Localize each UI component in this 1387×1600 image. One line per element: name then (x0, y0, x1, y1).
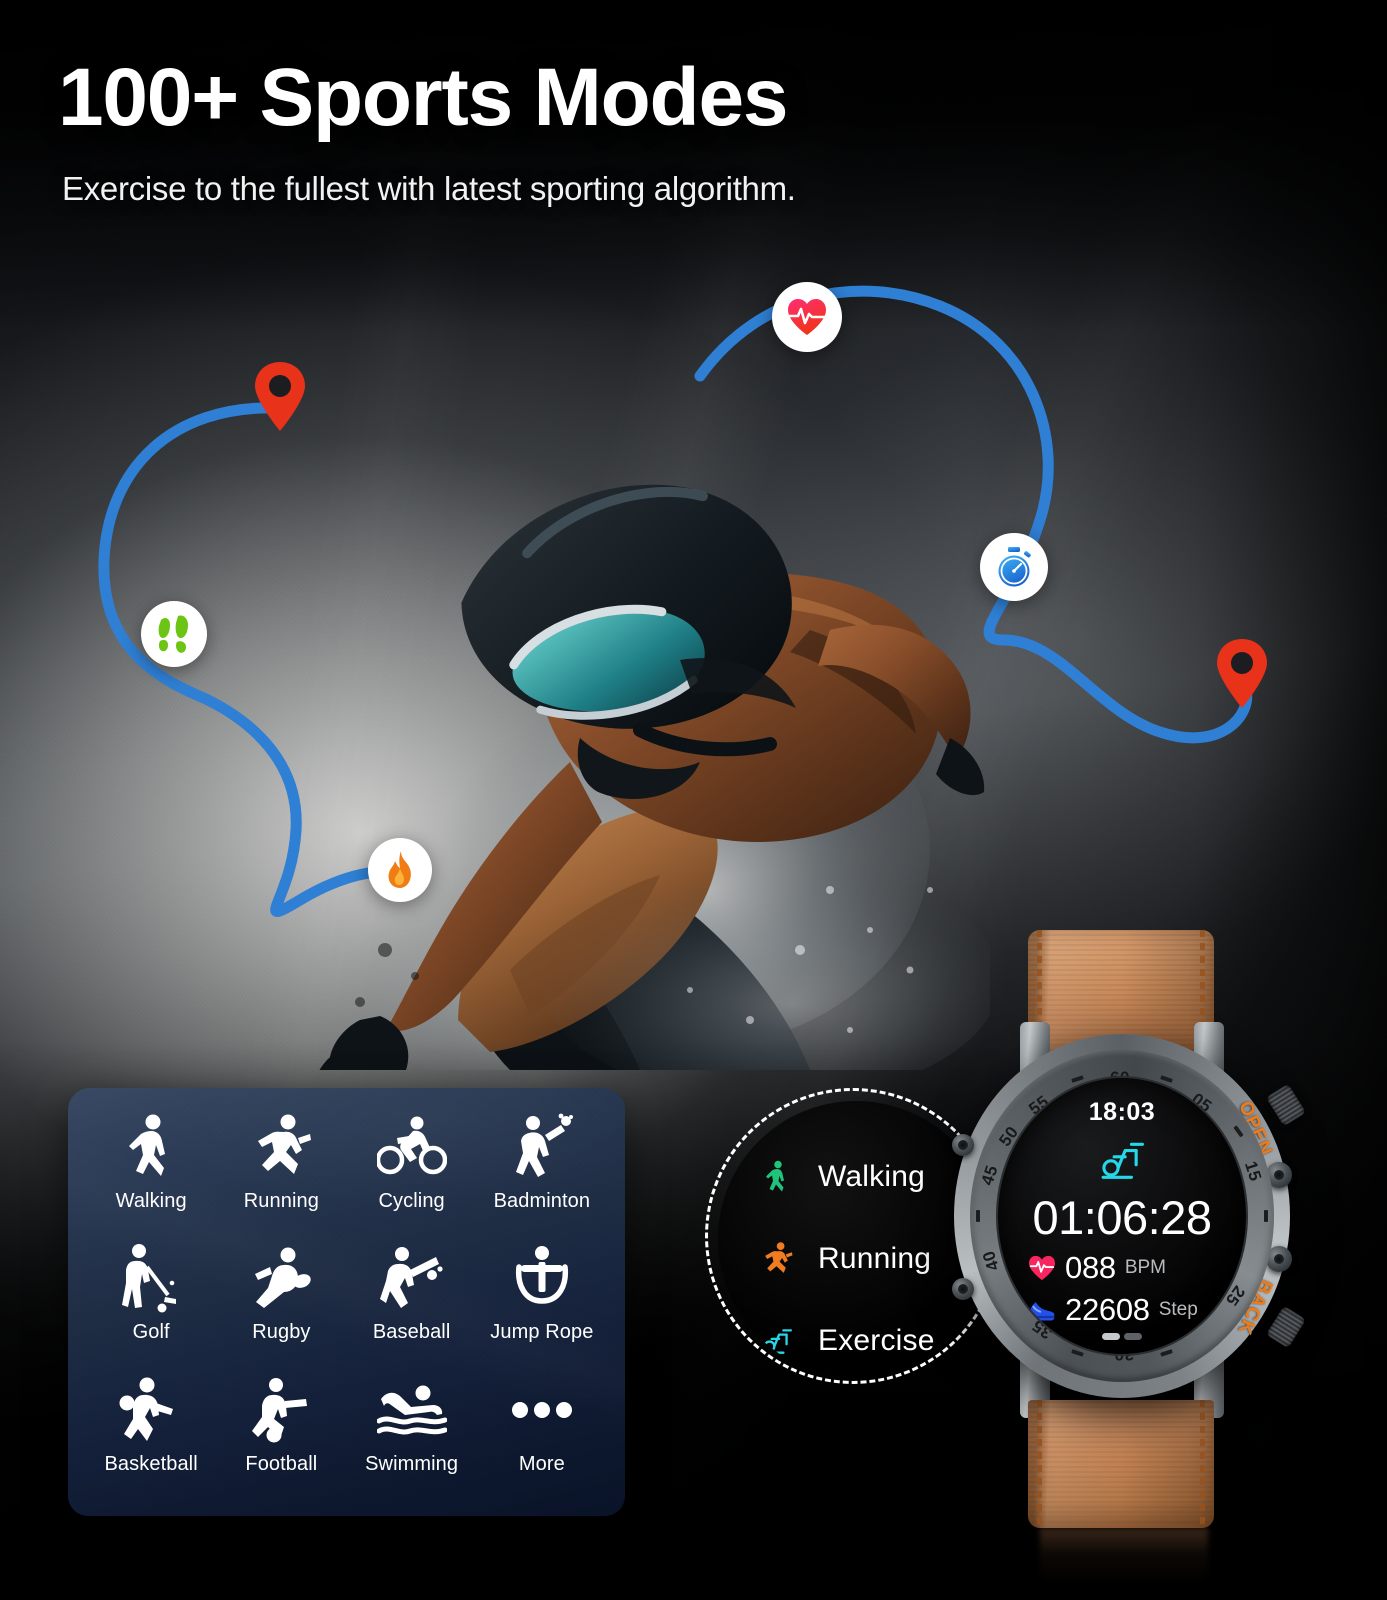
sport-mode-jump-rope[interactable]: Jump Rope (477, 1239, 607, 1370)
sport-mode-golf[interactable]: Golf (86, 1239, 216, 1370)
sport-mode-label: Basketball (104, 1452, 198, 1475)
sport-mode-football[interactable]: Football (216, 1371, 346, 1502)
menu-item-label: Walking (818, 1160, 925, 1193)
baseball-icon (379, 1239, 444, 1317)
map-pin-icon (1215, 638, 1269, 713)
watch-case: OPEN BACK 60 05 15 25 30 35 40 45 50 55 (952, 1034, 1307, 1398)
sport-mode-cycling[interactable]: Cycling (347, 1108, 477, 1239)
map-pin-icon (253, 361, 307, 436)
sport-mode-label: Jump Rope (490, 1321, 594, 1344)
cycling-icon (376, 1108, 447, 1186)
watch-steps-stat: 22608 Step (1028, 1292, 1198, 1328)
jump-rope-icon (513, 1239, 571, 1317)
sport-mode-more[interactable]: More (477, 1371, 607, 1502)
exercise-bike-icon (760, 1321, 794, 1361)
menu-item-exercise[interactable]: Exercise (760, 1321, 935, 1361)
heart-rate-unit: BPM (1124, 1257, 1167, 1278)
sport-mode-label: Golf (132, 1321, 170, 1344)
more-ellipsis-icon (511, 1371, 573, 1449)
sport-mode-walking[interactable]: Walking (86, 1108, 216, 1239)
sport-mode-badminton[interactable]: Badminton (477, 1108, 607, 1239)
sport-mode-baseball[interactable]: Baseball (347, 1239, 477, 1370)
menu-item-walking[interactable]: Walking (760, 1157, 935, 1197)
sport-mode-label: Walking (115, 1190, 187, 1212)
sport-mode-label: Badminton (493, 1190, 591, 1212)
snowboarder-photo (210, 330, 990, 1070)
sport-mode-label: Cycling (378, 1190, 445, 1212)
sport-mode-label: Running (243, 1190, 319, 1212)
sport-mode-label: Baseball (372, 1321, 451, 1344)
watch-reflection (1040, 1528, 1208, 1586)
watch-heart-rate-stat: 088 BPM (1028, 1250, 1166, 1286)
watch-page-indicator (998, 1333, 1246, 1340)
page-subtitle: Exercise to the fullest with latest spor… (62, 170, 796, 207)
exercise-bike-icon (998, 1138, 1246, 1182)
golf-icon (120, 1239, 182, 1317)
walking-icon (760, 1157, 794, 1197)
bezel-number: 40 (978, 1248, 1004, 1274)
flame-icon (368, 838, 432, 902)
running-icon (760, 1239, 794, 1279)
page-title: 100+ Sports Modes (58, 52, 788, 143)
menu-item-running[interactable]: Running (760, 1239, 935, 1279)
sports-modes-panel: Walking Running Cycling Badminton Golf R… (68, 1088, 625, 1516)
sport-mode-running[interactable]: Running (216, 1108, 346, 1239)
menu-item-label: Exercise (818, 1324, 935, 1357)
product-banner: 100+ Sports Modes Exercise to the fulles… (0, 0, 1387, 1600)
badminton-icon (511, 1108, 573, 1186)
running-shoe-icon (1029, 1302, 1055, 1321)
steps-unit: Step (1158, 1299, 1198, 1320)
footprints-icon (141, 601, 207, 667)
watch-screen[interactable]: 18:03 01:06:28 088 BPM 22608 Step (998, 1078, 1246, 1354)
heart-rate-icon (772, 282, 842, 352)
sport-mode-label: Rugby (252, 1321, 311, 1344)
menu-item-label: Running (818, 1242, 932, 1275)
rugby-icon (248, 1239, 314, 1317)
running-icon (250, 1108, 312, 1186)
heart-rate-icon (1029, 1255, 1055, 1281)
sport-mode-rugby[interactable]: Rugby (216, 1239, 346, 1370)
sport-mode-label: Swimming (365, 1452, 459, 1475)
heart-rate-value: 088 (1065, 1250, 1116, 1285)
steps-value: 22608 (1065, 1292, 1150, 1327)
walking-icon (121, 1108, 181, 1186)
stopwatch-icon (980, 533, 1048, 601)
watch-workout-timer: 01:06:28 (1032, 1191, 1212, 1244)
basketball-icon (119, 1371, 183, 1449)
football-icon (250, 1371, 312, 1449)
sport-mode-swimming[interactable]: Swimming (347, 1371, 477, 1502)
smartwatch: OPEN BACK 60 05 15 25 30 35 40 45 50 55 (932, 930, 1312, 1530)
sport-mode-label: Football (245, 1452, 318, 1475)
sport-mode-label: More (518, 1452, 565, 1475)
watch-band-bottom (1028, 1400, 1214, 1528)
watch-clock-time: 18:03 (1088, 1098, 1156, 1126)
swimming-icon (376, 1371, 447, 1449)
sport-mode-basketball[interactable]: Basketball (86, 1371, 216, 1502)
